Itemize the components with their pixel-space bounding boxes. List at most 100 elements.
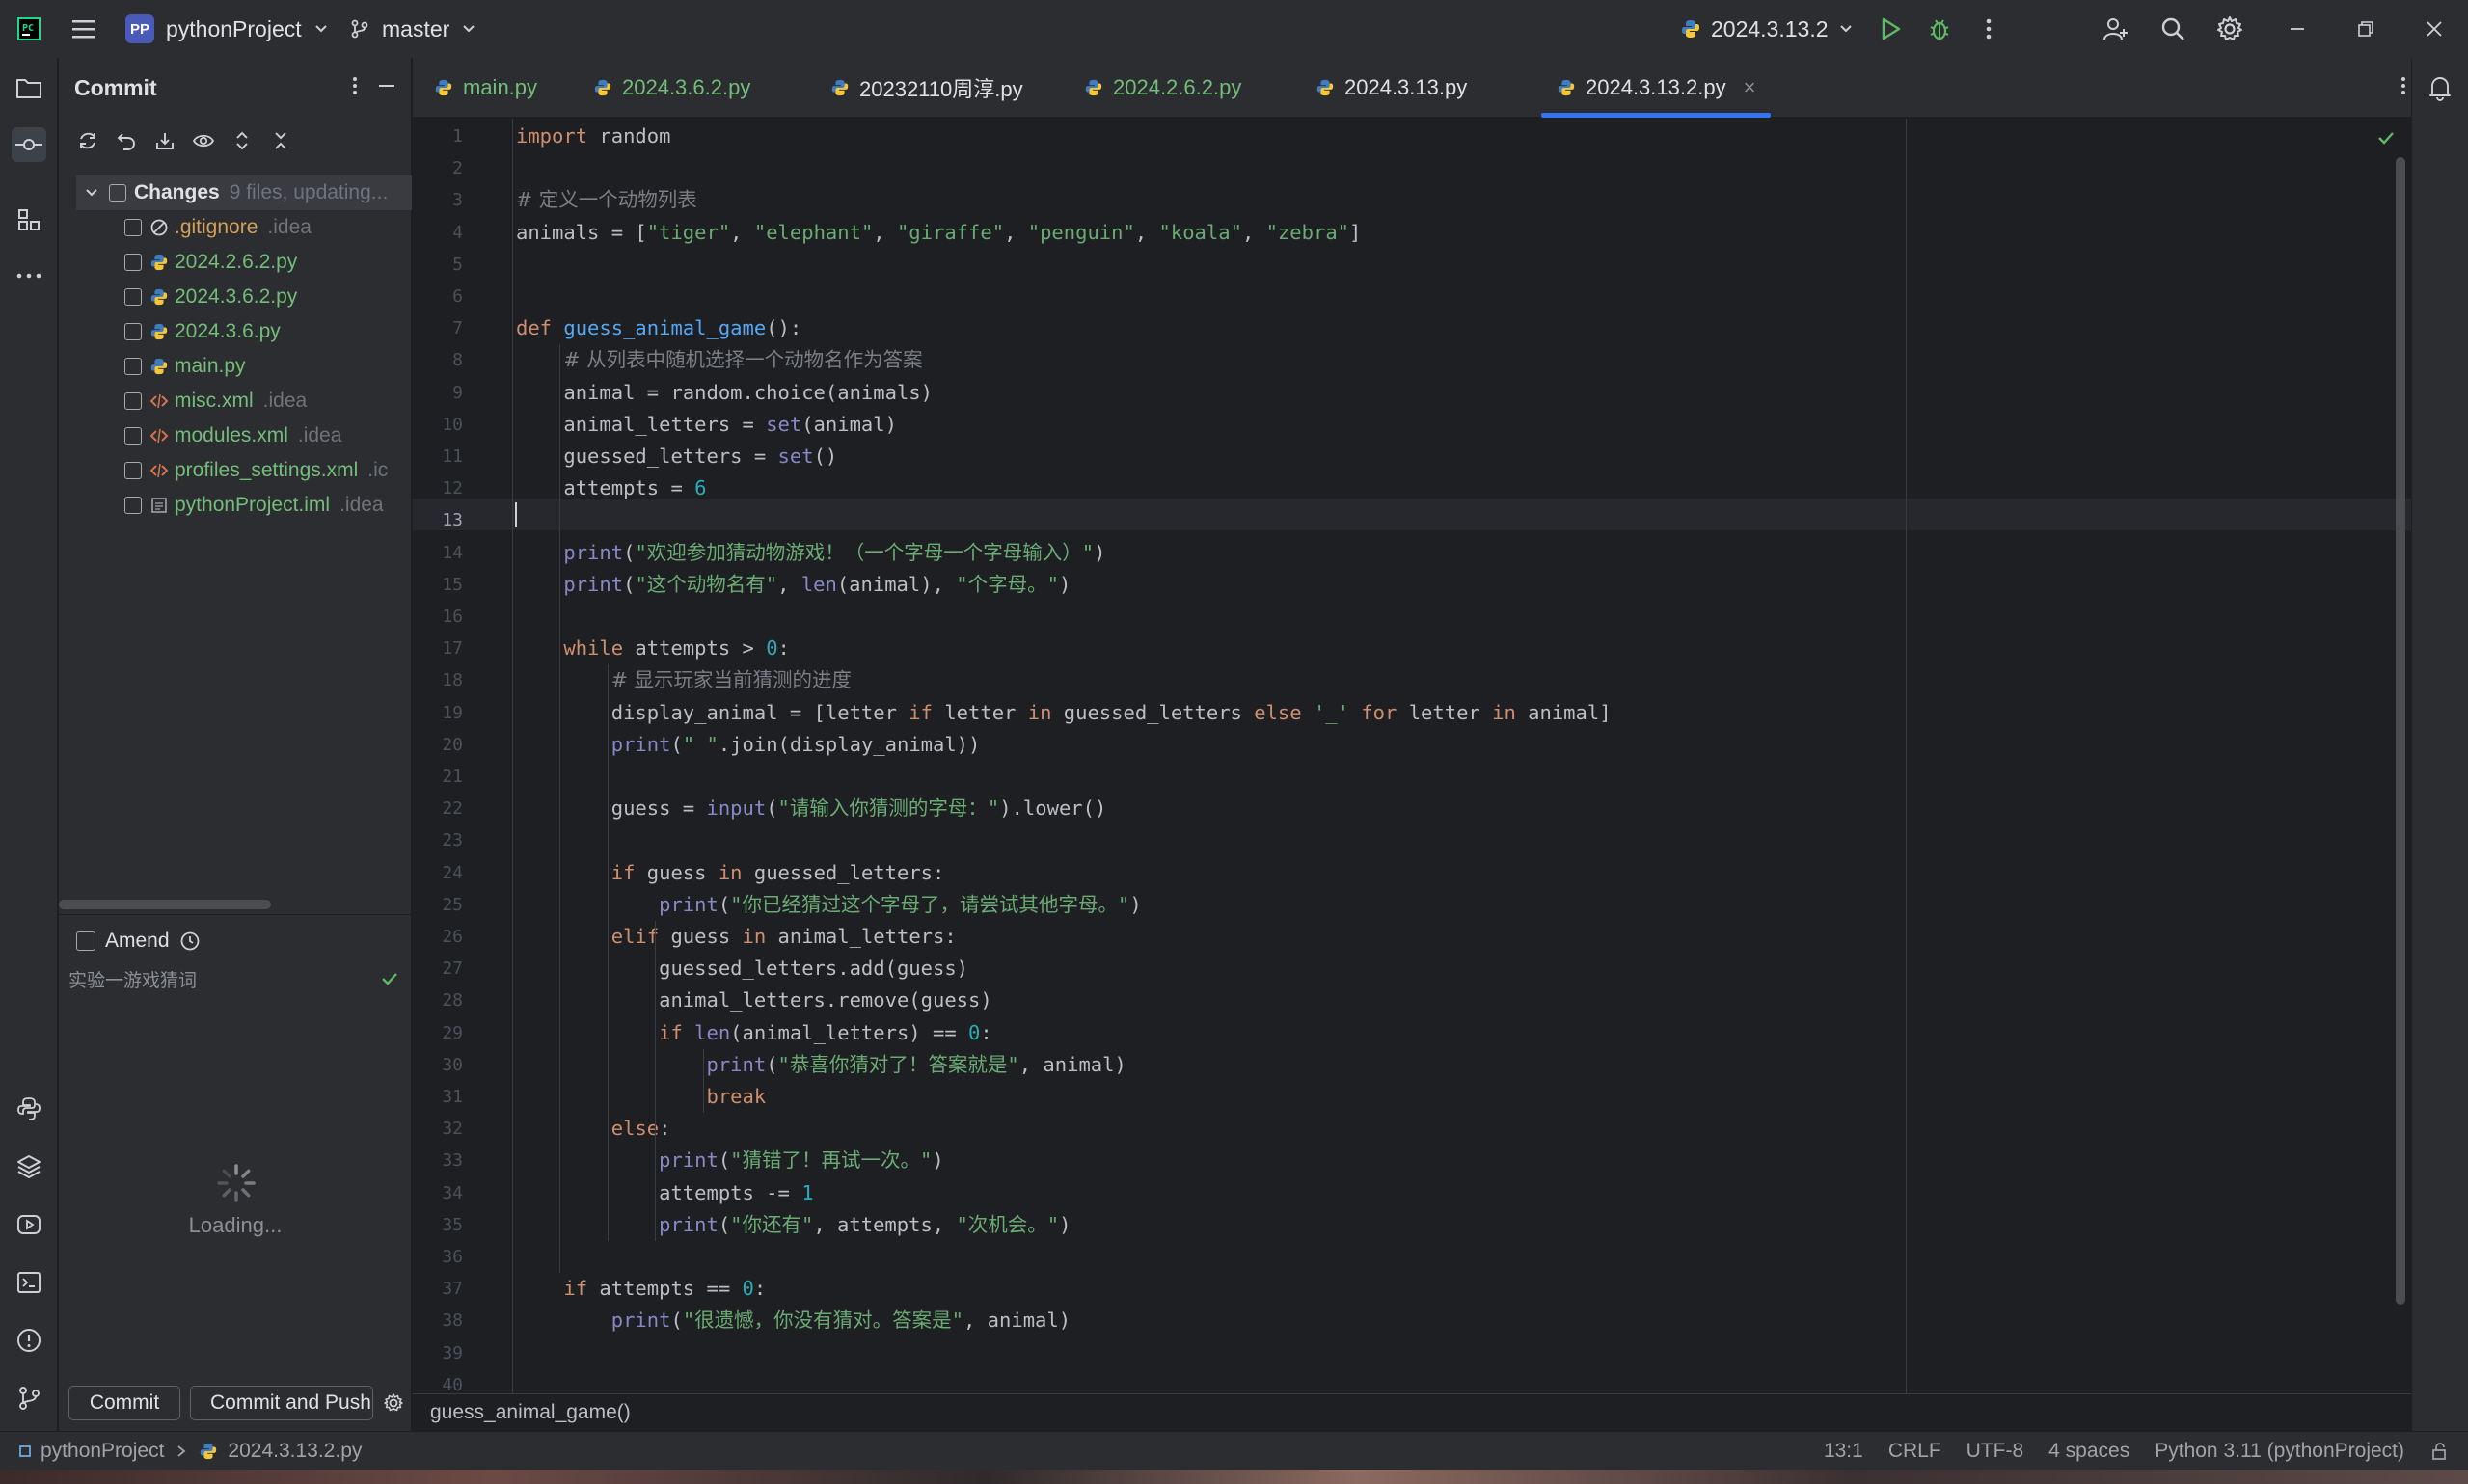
file-encoding[interactable]: UTF-8 bbox=[1966, 1440, 2024, 1463]
file-checkbox[interactable] bbox=[124, 462, 142, 479]
changes-group-checkbox[interactable] bbox=[109, 184, 126, 202]
run-configuration-selector[interactable]: 2024.3.13.2 bbox=[1680, 13, 1854, 45]
problems-icon[interactable] bbox=[12, 1323, 46, 1358]
lock-icon[interactable] bbox=[2429, 1442, 2449, 1461]
rollback-icon[interactable] bbox=[113, 127, 140, 154]
code-line[interactable]: if attempts == 0: bbox=[516, 1273, 766, 1305]
editor-tab[interactable]: 2024.3.13.2.py × bbox=[1540, 58, 1772, 118]
code-line[interactable]: else: bbox=[516, 1113, 671, 1145]
changed-file-row[interactable]: pythonProject.iml .idea bbox=[76, 488, 412, 523]
changed-file-row[interactable]: modules.xml .idea bbox=[76, 418, 412, 453]
file-checkbox[interactable] bbox=[124, 219, 142, 236]
expand-all-icon[interactable] bbox=[229, 127, 256, 154]
close-tab-icon[interactable]: × bbox=[1744, 75, 1756, 100]
options-icon[interactable] bbox=[351, 73, 359, 98]
code-line[interactable]: # 显示玩家当前猜测的进度 bbox=[516, 664, 852, 696]
code-line[interactable]: break bbox=[516, 1081, 766, 1113]
code-line[interactable]: print(" ".join(display_animal)) bbox=[516, 729, 981, 761]
editor-tab[interactable]: 2024.2.6.2.py bbox=[1084, 58, 1241, 118]
changes-group[interactable]: Changes 9 files, updating... bbox=[76, 175, 412, 210]
code-line[interactable]: print("你还有", attempts, "次机会。") bbox=[516, 1209, 1071, 1241]
code-line[interactable]: animal_letters = set(animal) bbox=[516, 409, 897, 441]
tab-options-icon[interactable] bbox=[2400, 73, 2407, 98]
python-interpreter[interactable]: Python 3.11 (pythonProject) bbox=[2155, 1440, 2404, 1463]
clock-history-icon[interactable] bbox=[179, 931, 201, 952]
code-line[interactable]: # 定义一个动物列表 bbox=[516, 184, 697, 216]
notifications-bell-icon[interactable] bbox=[2423, 70, 2457, 105]
changed-file-row[interactable]: 2024.2.6.2.py bbox=[76, 245, 412, 280]
changed-file-row[interactable]: main.py bbox=[76, 349, 412, 384]
code-line[interactable]: if guess in guessed_letters: bbox=[516, 857, 945, 889]
file-checkbox[interactable] bbox=[124, 392, 142, 410]
indent-setting[interactable]: 4 spaces bbox=[2048, 1440, 2129, 1463]
line-ending[interactable]: CRLF bbox=[1888, 1440, 1941, 1463]
project-selector[interactable]: PP pythonProject bbox=[125, 13, 329, 45]
file-checkbox[interactable] bbox=[124, 497, 142, 514]
commit-and-push-button[interactable]: Commit and Push bbox=[190, 1386, 373, 1420]
changed-file-row[interactable]: 2024.3.6.py bbox=[76, 314, 412, 349]
debug-icon[interactable] bbox=[1924, 13, 1955, 44]
main-menu-icon[interactable] bbox=[69, 15, 98, 42]
editor-tab[interactable]: 2024.3.13.py bbox=[1315, 58, 1467, 118]
code-line[interactable]: def guess_animal_game(): bbox=[516, 312, 801, 344]
run-icon[interactable] bbox=[1875, 13, 1906, 44]
code-line[interactable]: animal_letters.remove(guess) bbox=[516, 985, 992, 1016]
file-checkbox[interactable] bbox=[124, 323, 142, 340]
code-line[interactable]: animals = ["tiger", "elephant", "giraffe… bbox=[516, 217, 1361, 249]
code-line[interactable]: elif guess in animal_letters: bbox=[516, 921, 957, 953]
code-line[interactable]: import random bbox=[516, 121, 670, 152]
minimize-icon[interactable] bbox=[2282, 13, 2313, 44]
changed-file-row[interactable]: .gitignore .idea bbox=[76, 210, 412, 245]
project-folder-icon[interactable] bbox=[12, 70, 46, 105]
commit-options-gear-icon[interactable] bbox=[383, 1392, 404, 1414]
collapse-all-icon[interactable] bbox=[267, 127, 294, 154]
python-packages-icon[interactable] bbox=[12, 1092, 46, 1126]
editor-tab[interactable]: 20232110周淳.py bbox=[830, 58, 1023, 118]
commit-tool-icon[interactable] bbox=[12, 127, 46, 162]
code-line[interactable]: print("这个动物名有", len(animal), "个字母。") bbox=[516, 569, 1071, 601]
code-line[interactable]: attempts = 6 bbox=[516, 472, 706, 504]
code-line[interactable]: print("你已经猜过这个字母了，请尝试其他字母。") bbox=[516, 889, 1142, 921]
horizontal-scrollbar[interactable] bbox=[59, 900, 271, 909]
code-line[interactable]: display_animal = [letter if letter in gu… bbox=[516, 697, 1612, 729]
hide-panel-icon[interactable] bbox=[376, 73, 397, 98]
pycharm-logo-icon[interactable]: PC bbox=[17, 17, 41, 40]
code-line[interactable]: while attempts > 0: bbox=[516, 633, 790, 664]
restore-window-icon[interactable] bbox=[2350, 13, 2381, 44]
commit-message-input[interactable]: 实验一游戏猜词 bbox=[68, 966, 402, 995]
more-actions-icon[interactable] bbox=[1973, 13, 2004, 44]
refresh-icon[interactable] bbox=[74, 127, 101, 154]
code-editor[interactable]: 1 2 3 4 5 6 7 8 9 10 11 12 13 14 15 16 17 18 19 20 21 22 23 24 2… bbox=[413, 119, 2411, 1393]
file-checkbox[interactable] bbox=[124, 427, 142, 445]
code-line[interactable]: print("猜错了！再试一次。") bbox=[516, 1145, 944, 1176]
code-with-me-icon[interactable] bbox=[2101, 13, 2131, 44]
changed-file-row[interactable]: profiles_settings.xml .ic bbox=[76, 453, 412, 488]
editor-tab[interactable]: 2024.3.6.2.py bbox=[593, 58, 750, 118]
code-line[interactable]: guess = input("请输入你猜测的字母：").lower() bbox=[516, 793, 1107, 824]
amend-checkbox[interactable] bbox=[76, 931, 95, 951]
chevron-down-icon[interactable] bbox=[84, 185, 99, 201]
git-icon[interactable] bbox=[12, 1381, 46, 1416]
settings-gear-icon[interactable] bbox=[2214, 13, 2245, 44]
changed-file-row[interactable]: 2024.3.6.2.py bbox=[76, 280, 412, 314]
code-line[interactable]: # 从列表中随机选择一个动物名作为答案 bbox=[516, 344, 922, 376]
structure-icon[interactable] bbox=[12, 202, 46, 237]
code-line[interactable]: guessed_letters = set() bbox=[516, 441, 837, 472]
breadcrumb-function[interactable]: guess_animal_game() bbox=[430, 1401, 631, 1424]
code-line[interactable]: animal = random.choice(animals) bbox=[516, 377, 933, 409]
nav-project[interactable]: pythonProject bbox=[41, 1440, 164, 1463]
amend-label[interactable]: Amend bbox=[105, 930, 170, 953]
layers-icon[interactable] bbox=[12, 1149, 46, 1184]
file-checkbox[interactable] bbox=[124, 254, 142, 271]
update-icon[interactable] bbox=[151, 127, 178, 154]
changed-file-row[interactable]: misc.xml .idea bbox=[76, 384, 412, 418]
nav-file[interactable]: 2024.3.13.2.py bbox=[228, 1440, 362, 1463]
cursor-position[interactable]: 13:1 bbox=[1824, 1440, 1863, 1463]
no-problems-checkmark-icon[interactable] bbox=[2376, 128, 2396, 148]
code-line[interactable]: print("很遗憾，你没有猜对。答案是", animal) bbox=[516, 1305, 1071, 1336]
code-line[interactable]: guessed_letters.add(guess) bbox=[516, 953, 968, 985]
code-line[interactable]: print("欢迎参加猜动物游戏！（一个字母一个字母输入）") bbox=[516, 537, 1105, 569]
commit-button[interactable]: Commit bbox=[68, 1386, 180, 1420]
show-diff-icon[interactable] bbox=[190, 127, 217, 154]
branch-selector[interactable]: master bbox=[349, 13, 476, 45]
